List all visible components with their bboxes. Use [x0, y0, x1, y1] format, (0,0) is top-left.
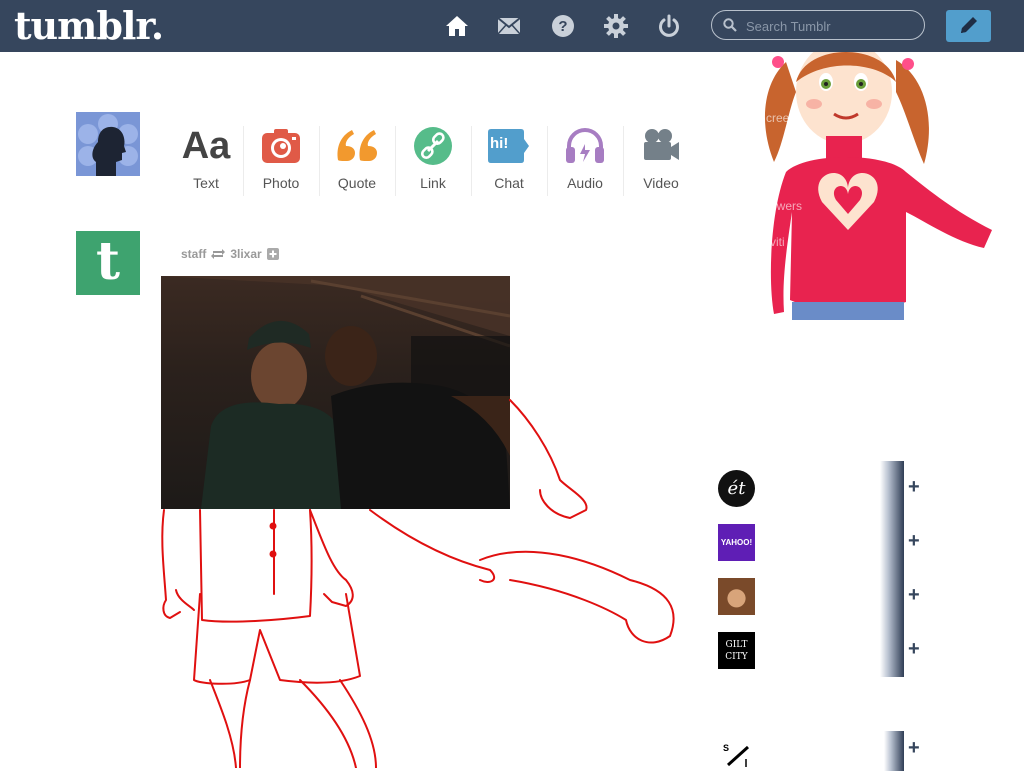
recommended-blog-row[interactable]: YAHOO! +	[718, 515, 920, 569]
top-navbar: tumblr. ?	[0, 0, 1024, 52]
post-type-label: Photo	[262, 175, 300, 191]
staff-avatar-letter: t	[95, 231, 121, 292]
yahoo-logo[interactable]: YAHOO!	[718, 524, 755, 561]
power-icon[interactable]	[657, 14, 681, 38]
doodle-drawing	[161, 399, 675, 768]
reblogged-from[interactable]: 3lixar	[230, 247, 261, 261]
gilt-city-logo[interactable]: GILT CITY	[718, 632, 755, 669]
home-icon[interactable]	[445, 14, 469, 38]
post-author[interactable]: staff	[181, 247, 206, 261]
recommended-blog-row[interactable]: ét +	[718, 461, 920, 515]
video-camera-icon	[644, 129, 679, 160]
quote-icon	[337, 130, 377, 161]
search-icon	[723, 18, 737, 37]
pencil-icon	[961, 17, 977, 33]
pen-icon: S	[723, 743, 750, 767]
chat-icon-label: hi!	[490, 135, 509, 152]
svg-text:owers: owers	[770, 199, 802, 213]
follow-plus-icon[interactable]	[266, 248, 279, 260]
gear-icon[interactable]	[604, 14, 628, 38]
post-header: staff 3lixar	[181, 247, 279, 261]
text-aa-icon: Aa	[181, 125, 231, 167]
post-type-link[interactable]: Link	[395, 126, 471, 196]
compose-button[interactable]	[946, 10, 991, 42]
post-type-video[interactable]: Video	[623, 126, 699, 196]
post-type-quote[interactable]: Quote	[319, 126, 395, 196]
follow-plus-icon[interactable]: +	[908, 477, 920, 497]
link-icon	[414, 127, 452, 165]
cartoon-girl-overlay: creen owers viti	[756, 40, 1011, 320]
photo-avatar[interactable]	[718, 578, 755, 615]
camera-icon	[262, 129, 300, 163]
follow-plus-icon[interactable]: +	[908, 585, 920, 605]
svg-text:?: ?	[558, 18, 567, 35]
post-type-label: Audio	[567, 175, 603, 191]
post-type-label: Link	[420, 175, 446, 191]
post-type-label: Video	[643, 175, 679, 191]
follow-plus-icon[interactable]: +	[908, 738, 920, 758]
svg-text:S: S	[723, 743, 729, 753]
staff-avatar[interactable]: t	[76, 231, 140, 295]
tumblr-logo[interactable]: tumblr.	[14, 3, 164, 49]
post-type-chat[interactable]: hi! Chat	[471, 126, 547, 196]
post-type-label: Text	[193, 175, 219, 191]
search-input[interactable]	[744, 15, 918, 37]
mail-icon[interactable]	[497, 14, 521, 38]
post-type-label: Chat	[494, 175, 524, 191]
search-box[interactable]	[711, 10, 925, 40]
svg-text:viti: viti	[770, 235, 785, 249]
post-type-audio[interactable]: Audio	[547, 126, 623, 196]
follow-plus-icon[interactable]: +	[908, 639, 920, 659]
reblog-icon	[211, 249, 226, 259]
et-logo[interactable]: ét	[718, 470, 755, 507]
recommended-blog-row[interactable]: +	[718, 569, 920, 623]
post-type-photo[interactable]: Photo	[243, 126, 319, 196]
follow-plus-icon[interactable]: +	[908, 531, 920, 551]
headphones-icon	[566, 128, 604, 163]
post-type-text[interactable]: Aa Text	[168, 126, 244, 196]
user-avatar[interactable]	[76, 112, 140, 176]
recommended-blog-row[interactable]: GILT CITY +	[718, 623, 920, 677]
help-icon[interactable]: ?	[551, 14, 575, 38]
svg-text:creen: creen	[766, 111, 796, 125]
post-type-label: Quote	[337, 175, 377, 191]
sketch-logo[interactable]: S	[718, 731, 755, 768]
